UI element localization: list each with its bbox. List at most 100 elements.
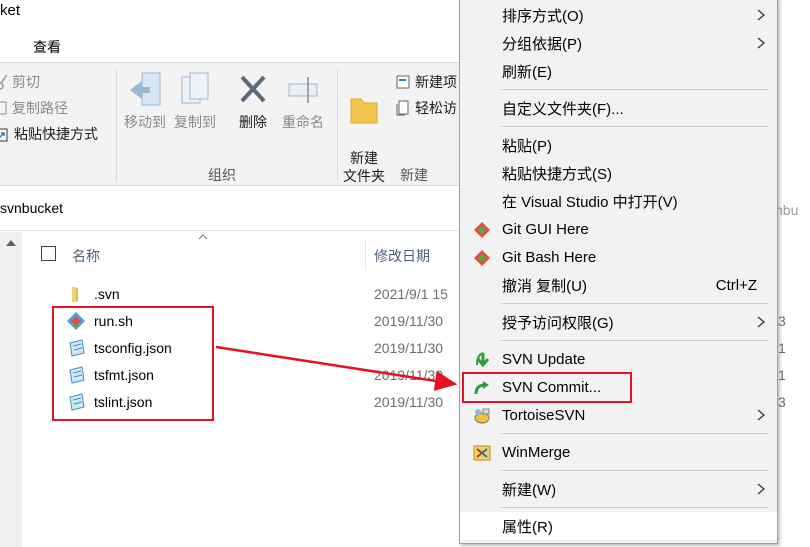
rename-label: 重命名 [282, 114, 324, 130]
submenu-arrow-icon [757, 37, 765, 49]
menu-separator [501, 303, 768, 304]
move-to-label: 移动到 [124, 114, 166, 130]
easy-access-icon [396, 100, 409, 116]
easy-access-button[interactable]: 轻松访 [395, 98, 457, 118]
new-folder-button[interactable]: 新建 文件夹 [336, 71, 392, 185]
menu-separator [501, 340, 768, 341]
submenu-arrow-icon [757, 9, 765, 21]
file-size: 1 [778, 367, 786, 383]
menu-item-tortoisesvn[interactable]: TortoiseSVN [460, 401, 777, 429]
paste-shortcut-label: 粘贴快捷方式 [14, 126, 98, 142]
paste-shortcut-icon [0, 128, 8, 142]
file-date: 2019/11/30 [374, 367, 444, 383]
menu-item-undo-copy[interactable]: 撤消 复制(U) Ctrl+Z [460, 271, 777, 299]
submenu-arrow-icon [757, 483, 765, 495]
menu-separator [501, 126, 768, 127]
copy-to-icon [181, 72, 209, 104]
menu-item-winmerge[interactable]: WinMerge [460, 438, 777, 466]
rename-icon [288, 77, 318, 103]
submenu-arrow-icon [757, 409, 765, 421]
scroll-up-arrow-icon[interactable] [6, 240, 16, 246]
folder-icon [72, 287, 78, 302]
menu-item-label: 在 Visual Studio 中打开(V) [502, 193, 678, 211]
file-date: 2021/9/1 15 [374, 286, 448, 302]
menu-item-svn-update[interactable]: SVN Update [460, 345, 777, 373]
new-item-label: 新建项 [415, 74, 457, 90]
file-size: 1 [778, 340, 786, 356]
tortoisesvn-icon [474, 408, 490, 424]
copy-path-label: 复制路径 [12, 100, 68, 116]
menu-item-label: 自定义文件夹(F)... [502, 100, 624, 118]
column-header-name[interactable]: 名称 [72, 246, 100, 266]
file-size: 3 [778, 313, 786, 329]
menu-item-label: Git Bash Here [502, 248, 597, 266]
copy-to-label: 复制到 [174, 114, 216, 130]
cut-button[interactable]: 剪切 [0, 72, 40, 92]
address-bar-path[interactable]: svnbucket [0, 200, 63, 216]
file-size: 3 [778, 394, 786, 410]
nav-pane-scrollbar[interactable] [0, 232, 22, 547]
copy-path-icon [0, 101, 7, 115]
menu-item-new[interactable]: 新建(W) [460, 475, 777, 503]
rename-button[interactable]: 重命名 [275, 71, 331, 131]
menu-item-shortcut: Ctrl+Z [715, 276, 757, 294]
column-header-date[interactable]: 修改日期 [374, 246, 430, 266]
search-box-fragment[interactable]: nbu [775, 202, 798, 218]
context-menu: 排序方式(O) 分组依据(P) 刷新(E) 自定义文件夹(F)... 粘贴(P)… [459, 0, 778, 544]
tab-view[interactable]: 查看 [33, 37, 61, 57]
menu-item-sort-by[interactable]: 排序方式(O) [460, 1, 777, 29]
delete-button[interactable]: 删除 [225, 71, 281, 131]
annotation-box-files [52, 306, 214, 421]
ribbon: 剪切 复制路径 粘贴快捷方式 移动到 复制到 删除 重命名 新建 文件夹 新建项… [0, 62, 460, 186]
menu-item-label: 属性(R) [502, 518, 553, 536]
paste-shortcut-button[interactable]: 粘贴快捷方式 [0, 124, 98, 144]
menu-item-label: WinMerge [502, 443, 571, 461]
new-item-icon [396, 75, 410, 89]
menu-item-label: 分组依据(P) [502, 35, 582, 53]
menu-item-git-gui[interactable]: Git GUI Here [460, 215, 777, 243]
menu-item-give-access[interactable]: 授予访问权限(G) [460, 308, 777, 336]
svn-update-icon [476, 352, 490, 368]
menu-item-label: 粘贴快捷方式(S) [502, 165, 612, 183]
column-divider[interactable] [365, 240, 366, 270]
git-gui-icon [474, 222, 490, 238]
menu-separator [501, 470, 768, 471]
file-date: 2019/11/30 [374, 340, 444, 356]
delete-label: 删除 [239, 114, 267, 130]
scissors-icon [0, 74, 8, 90]
window-title: ket [0, 2, 21, 19]
menu-separator [501, 89, 768, 90]
menu-item-label: SVN Update [502, 350, 586, 368]
select-all-checkbox[interactable] [41, 246, 56, 261]
file-date: 2019/11/30 [374, 313, 444, 329]
menu-item-label: Git GUI Here [502, 220, 589, 238]
menu-item-paste-shortcut[interactable]: 粘贴快捷方式(S) [460, 159, 777, 187]
move-to-icon [130, 72, 161, 106]
menu-item-paste[interactable]: 粘贴(P) [460, 131, 777, 159]
sort-ascending-icon [198, 234, 208, 240]
git-bash-icon [474, 250, 490, 266]
folder-icon [350, 98, 378, 124]
new-item-button[interactable]: 新建项 [395, 72, 457, 92]
move-to-button[interactable]: 移动到 [117, 71, 173, 131]
menu-item-label: 粘贴(P) [502, 137, 552, 155]
menu-separator [501, 433, 768, 434]
copy-path-button[interactable]: 复制路径 [0, 98, 68, 118]
menu-item-label: 撤消 复制(U) [502, 277, 587, 295]
group-label-new: 新建 [400, 167, 428, 183]
delete-x-icon [240, 75, 266, 103]
file-date: 2019/11/30 [374, 394, 444, 410]
menu-item-group-by[interactable]: 分组依据(P) [460, 29, 777, 57]
cut-label: 剪切 [12, 74, 40, 90]
menu-item-customize-folder[interactable]: 自定义文件夹(F)... [460, 94, 777, 122]
address-divider [0, 230, 460, 231]
menu-item-refresh[interactable]: 刷新(E) [460, 57, 777, 85]
annotation-box-svn-commit [462, 372, 632, 403]
menu-item-git-bash[interactable]: Git Bash Here [460, 243, 777, 271]
copy-to-button[interactable]: 复制到 [167, 71, 223, 131]
menu-item-open-visual-studio[interactable]: 在 Visual Studio 中打开(V) [460, 187, 777, 215]
file-row[interactable]: .svn [66, 283, 120, 305]
menu-item-label: 授予访问权限(G) [502, 314, 614, 332]
winmerge-icon [473, 445, 491, 461]
menu-item-properties[interactable]: 属性(R) [460, 512, 777, 540]
